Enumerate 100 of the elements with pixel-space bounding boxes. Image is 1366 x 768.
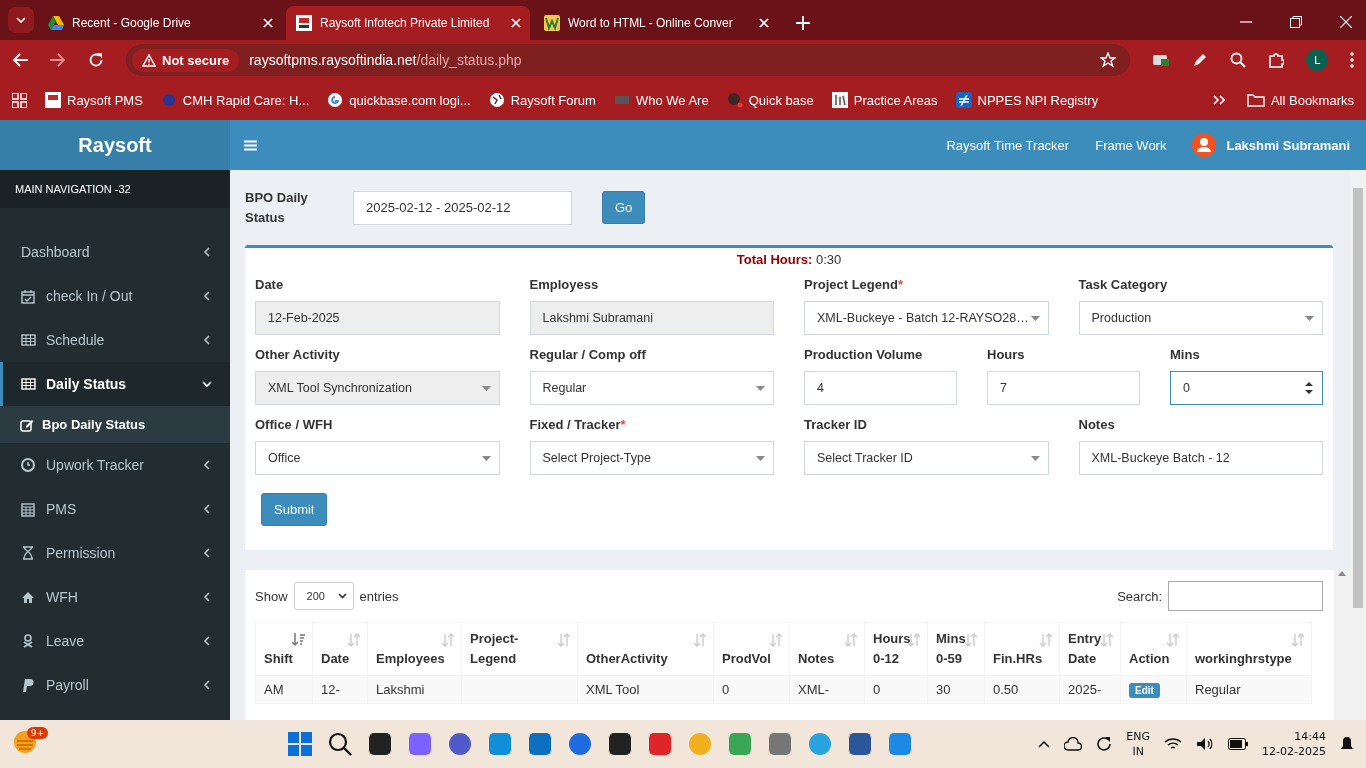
column-header[interactable]: Notes [789, 622, 865, 676]
column-header[interactable]: Project-Legend [461, 622, 578, 676]
column-header[interactable]: OtherActivity [577, 622, 714, 676]
column-header[interactable]: Employees [367, 622, 462, 676]
scrollbar[interactable] [1334, 570, 1350, 720]
sync-icon[interactable] [1096, 736, 1113, 752]
profile-avatar[interactable]: L [1306, 49, 1328, 71]
column-header[interactable]: Shift [255, 622, 313, 676]
bookmark[interactable]: CMH Rapid Care: H... [160, 92, 310, 108]
start-icon[interactable] [288, 732, 312, 756]
pen-icon[interactable] [1192, 52, 1208, 68]
select-field[interactable]: Select Project-Type [529, 441, 774, 475]
search-field[interactable] [1168, 581, 1323, 611]
app-icon[interactable] [848, 732, 872, 756]
column-header[interactable]: Hours 0-12 [864, 622, 928, 676]
column-header[interactable]: Mins 0-59 [927, 622, 985, 676]
chevron-down-icon [337, 593, 347, 599]
app-icon[interactable] [368, 732, 392, 756]
clock[interactable]: 14:44 12-02-2025 [1262, 729, 1326, 759]
select-field[interactable]: Regular [529, 371, 774, 405]
battery-icon[interactable] [1228, 738, 1249, 750]
clock-icon [21, 457, 36, 473]
browser-tab[interactable]: Raysoft Infotech Private Limited [286, 6, 530, 40]
close-icon[interactable] [510, 17, 522, 29]
notification-bell-icon[interactable] [1340, 736, 1354, 752]
nav-item[interactable]: Daily Status [0, 362, 230, 406]
submit-button[interactable]: Submit [261, 493, 328, 526]
browser-tab[interactable]: Word to HTML - Online Conver [534, 6, 778, 40]
bookmark[interactable]: Who We Are [613, 92, 709, 108]
puzzle-icon[interactable] [1268, 52, 1284, 68]
scroll-up-icon[interactable] [1338, 570, 1346, 576]
select-field[interactable]: Select Tracker ID [804, 441, 1049, 475]
hourglass-icon [21, 545, 36, 561]
go-button[interactable]: Go [602, 191, 646, 224]
zoom-icon[interactable] [1230, 52, 1246, 68]
bookmark[interactable]: Practice Areas [831, 92, 938, 108]
search-icon[interactable] [328, 732, 352, 756]
nav-item[interactable]: Schedule [0, 318, 230, 362]
close-icon[interactable] [758, 17, 770, 29]
apps-grid-icon[interactable] [12, 92, 27, 108]
select-field[interactable]: Production [1078, 301, 1323, 335]
column-header[interactable]: ProdVol [713, 622, 790, 676]
scrollbar[interactable] [1350, 170, 1366, 720]
input-field[interactable]: XML-Buckeye Batch - 12 [1078, 441, 1323, 475]
column-header[interactable]: Date [312, 622, 368, 676]
language-indicator[interactable]: ENG IN [1126, 729, 1151, 759]
close-icon[interactable] [1340, 16, 1352, 28]
column-header[interactable]: Entry Date [1059, 622, 1121, 676]
input-field[interactable]: 4 [804, 371, 957, 405]
nav-item[interactable]: check In / Out [0, 274, 230, 318]
volume-icon[interactable] [1196, 737, 1215, 751]
column-header[interactable]: workinghrstype [1186, 622, 1312, 676]
wifi-icon[interactable] [1164, 737, 1183, 751]
column-header[interactable]: Fin.HRs [984, 622, 1060, 676]
sort-icon [441, 633, 455, 647]
chevron-up-icon[interactable] [1038, 740, 1051, 748]
select-field[interactable]: XML-Buckeye - Batch 12-RAYSO28… [804, 301, 1049, 335]
menu-icon[interactable] [244, 139, 257, 151]
star-icon[interactable] [1100, 52, 1116, 68]
spinner-icon[interactable] [1304, 381, 1314, 395]
nav-link[interactable]: Frame Work [1095, 137, 1167, 153]
nav-link[interactable]: Raysoft Time Tracker [946, 137, 1070, 153]
brand-logo[interactable]: Raysoft [0, 120, 230, 170]
input-field[interactable]: 7 [987, 371, 1140, 405]
number-field[interactable]: 0 [1170, 371, 1323, 405]
all-bookmarks-button[interactable]: All Bookmarks [1246, 92, 1354, 108]
close-icon[interactable] [262, 17, 274, 29]
bookmark[interactable]: NPPES NPI Registry [955, 92, 1099, 108]
more-icon[interactable] [1350, 52, 1354, 68]
nav-item[interactable]: Permission [0, 531, 230, 575]
select-field[interactable]: Office [255, 441, 500, 475]
bookmark[interactable]: Raysoft Forum [488, 92, 596, 108]
nav-item[interactable]: Upwork Tracker [0, 443, 230, 487]
edit-button[interactable]: Edit [1129, 683, 1160, 698]
nav-subitem[interactable]: Bpo Daily Status [0, 406, 230, 443]
app-icon[interactable] [608, 732, 632, 756]
nav-item[interactable]: Payroll [0, 663, 230, 707]
cloud-icon[interactable] [1064, 737, 1083, 751]
browser-tab[interactable]: Recent - Google Drive [38, 6, 282, 40]
reload-icon[interactable] [88, 52, 104, 68]
user-menu[interactable]: Lakshmi Subramani [1192, 133, 1350, 157]
extension-icon[interactable] [1152, 52, 1170, 68]
tab-list-button[interactable] [8, 7, 34, 33]
date-range-field[interactable]: 2025-02-12 - 2025-02-12 [353, 190, 572, 225]
nav-item[interactable]: Dashboard [0, 230, 230, 274]
bookmark[interactable]: quickbase.com logi... [327, 92, 471, 108]
nav-item[interactable]: PMS [0, 487, 230, 531]
nav-item[interactable]: WFH [0, 575, 230, 619]
nav-item[interactable]: Leave [0, 619, 230, 663]
forward-icon[interactable] [50, 53, 66, 67]
column-header[interactable]: Action [1120, 622, 1187, 676]
back-icon[interactable] [12, 53, 28, 67]
bookmark[interactable]: Raysoft PMS [45, 92, 143, 108]
page-length-select[interactable]: 200 [293, 582, 354, 610]
warning-icon [142, 53, 156, 67]
new-tab-icon[interactable] [796, 16, 810, 30]
chevron-double-right-icon[interactable] [1212, 95, 1225, 105]
bookmark[interactable]: Quick base [726, 92, 814, 108]
restore-icon[interactable] [1290, 16, 1302, 28]
address-bar[interactable]: Not secure raysoftpms.raysoftindia.net/daily_status.php [126, 44, 1130, 76]
